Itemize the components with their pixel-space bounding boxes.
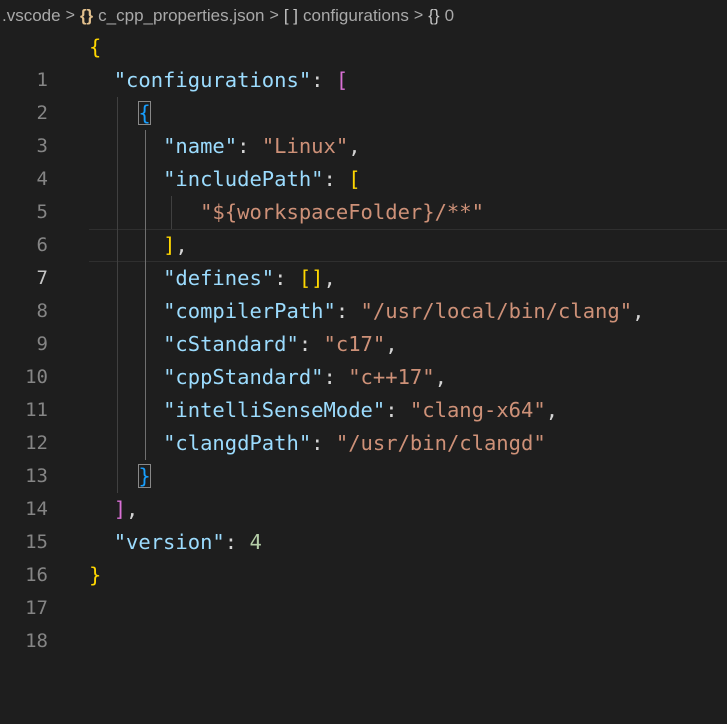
code-line[interactable]: 17 }	[0, 559, 727, 619]
json-string: "/usr/bin/clangd"	[335, 431, 546, 455]
code-line[interactable]: 14 }	[0, 460, 727, 520]
breadcrumb-array[interactable]: configurations	[303, 6, 409, 26]
colon: :	[311, 431, 336, 455]
open-bracket: [	[348, 167, 361, 191]
colon: :	[237, 134, 262, 158]
comma: ,	[175, 233, 188, 257]
comma: ,	[126, 497, 139, 521]
code-line[interactable]: 5 "includePath": [	[0, 163, 727, 223]
json-string: "c17"	[323, 332, 386, 356]
code-line-current[interactable]: 7 ],	[0, 229, 727, 289]
comma: ,	[632, 299, 645, 323]
colon: :	[323, 167, 349, 191]
chevron-right-icon: >	[65, 6, 75, 24]
json-key: "cppStandard"	[163, 365, 324, 389]
colon: :	[224, 530, 250, 554]
code-line[interactable]: 10 "cStandard": "c17",	[0, 328, 727, 388]
json-key: "intelliSenseMode"	[163, 398, 386, 422]
json-key: "cStandard"	[163, 332, 299, 356]
comma: ,	[434, 365, 447, 389]
colon: :	[298, 332, 324, 356]
json-key: "configurations"	[113, 68, 312, 92]
empty-array: []	[298, 266, 324, 290]
breadcrumb: .vscode > {} c_cpp_properties.json > [ ]…	[0, 0, 727, 31]
breadcrumb-folder[interactable]: .vscode	[2, 6, 61, 26]
object-icon: {}	[428, 5, 440, 25]
code-line[interactable]: 9 "compilerPath": "/usr/local/bin/clang"…	[0, 295, 727, 355]
comma: ,	[385, 332, 398, 356]
code-editor[interactable]: 1 { 2 "configurations": [ 3 { 4 "name": …	[0, 31, 727, 652]
chevron-right-icon: >	[269, 6, 279, 24]
json-string: "${workspaceFolder}/**"	[200, 200, 484, 224]
json-file-icon: {}	[79, 5, 94, 25]
colon: :	[323, 365, 349, 389]
json-string: "clang-x64"	[409, 398, 546, 422]
close-brace: }	[89, 563, 102, 587]
code-line[interactable]: 13 "clangdPath": "/usr/bin/clangd"	[0, 427, 727, 487]
matched-close-brace: }	[138, 464, 151, 488]
json-string: "Linux"	[261, 134, 349, 158]
json-key: "defines"	[163, 266, 275, 290]
open-bracket: [	[335, 68, 349, 92]
code-line[interactable]: 15 ],	[0, 493, 727, 553]
json-string: "c++17"	[348, 365, 435, 389]
colon: :	[274, 266, 299, 290]
array-icon: [ ]	[283, 5, 299, 25]
code-line[interactable]: 11 "cppStandard": "c++17",	[0, 361, 727, 421]
colon: :	[335, 299, 361, 323]
chevron-right-icon: >	[413, 6, 424, 24]
code-line[interactable]: 18	[0, 592, 727, 652]
open-brace: {	[89, 35, 102, 59]
colon: :	[385, 398, 410, 422]
code-line[interactable]: 3 {	[0, 97, 727, 157]
code-line[interactable]: 8 "defines": [],	[0, 262, 727, 322]
code-line[interactable]: 2 "configurations": [	[0, 64, 727, 124]
matched-open-brace: {	[138, 101, 151, 125]
code-line[interactable]: 6 "${workspaceFolder}/**"	[0, 196, 727, 256]
breadcrumb-object[interactable]: 0	[445, 6, 454, 26]
comma: ,	[323, 266, 336, 290]
code-line[interactable]: 4 "name": "Linux",	[0, 130, 727, 190]
json-string: "/usr/local/bin/clang"	[360, 299, 633, 323]
code-line[interactable]: 16 "version": 4	[0, 526, 727, 586]
code-line[interactable]: 1 {	[0, 31, 727, 91]
comma: ,	[545, 398, 559, 422]
breadcrumb-file[interactable]: c_cpp_properties.json	[98, 6, 264, 26]
comma: ,	[348, 134, 361, 158]
line-number: 18	[25, 630, 48, 652]
json-key: "compilerPath"	[163, 299, 336, 323]
json-key: "includePath"	[163, 167, 324, 191]
json-key: "name"	[163, 134, 238, 158]
code-line[interactable]: 12 "intelliSenseMode": "clang-x64",	[0, 394, 727, 454]
close-bracket: ]	[113, 497, 127, 521]
json-key: "version"	[113, 530, 225, 554]
close-bracket: ]	[163, 233, 176, 257]
colon: :	[311, 68, 336, 92]
json-key: "clangdPath"	[163, 431, 312, 455]
json-number: 4	[249, 530, 262, 554]
